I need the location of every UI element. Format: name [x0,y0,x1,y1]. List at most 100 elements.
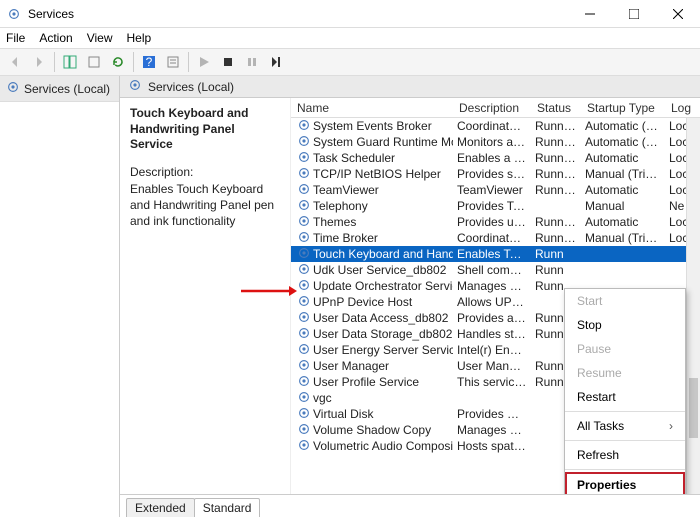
table-row[interactable]: Touch Keyboard and Handw...Enables Tou..… [291,246,700,262]
col-log-on-as[interactable]: Log [665,98,695,117]
menu-file[interactable]: File [6,31,25,45]
tab-extended[interactable]: Extended [126,498,195,517]
col-status[interactable]: Status [531,98,581,117]
tree-item-label: Services (Local) [24,82,110,96]
service-icon [297,262,311,279]
menu-action[interactable]: Action [39,31,72,45]
service-name-text: User Energy Server Service q... [313,343,453,357]
table-row[interactable]: Task SchedulerEnables a us...RunningAuto… [291,150,700,166]
service-icon [297,358,311,375]
detail-service-name: Touch Keyboard and Handwriting Panel Ser… [130,106,280,153]
service-name-text: User Data Access_db802 [313,311,448,325]
ctx-properties[interactable]: Properties [565,472,685,495]
menu-view[interactable]: View [87,31,113,45]
table-row[interactable]: TelephonyProvides Tel...ManualNe [291,198,700,214]
back-button[interactable] [4,51,26,73]
pause-service-button[interactable] [241,51,263,73]
ctx-stop[interactable]: Stop [565,313,685,337]
ctx-resume[interactable]: Resume [565,361,685,385]
cell-name: TeamViewer [293,182,453,199]
cell-description: Intel(r) Energ... [453,343,531,357]
ctx-pause[interactable]: Pause [565,337,685,361]
col-name[interactable]: Name [291,98,453,117]
toolbar-separator [133,52,134,72]
ctx-refresh[interactable]: Refresh [565,443,685,467]
context-menu: Start Stop Pause Resume Restart All Task… [564,288,686,495]
title-bar: Services [0,0,700,28]
cell-description: Provides ma... [453,407,531,421]
properties-button[interactable] [162,51,184,73]
cell-name: Virtual Disk [293,406,453,423]
cell-name: User Data Storage_db802 [293,326,453,343]
cell-name: Touch Keyboard and Handw... [293,246,453,263]
cell-description: Provides ap... [453,311,531,325]
cell-name: Time Broker [293,230,453,247]
service-name-text: vgc [313,391,332,405]
menu-help[interactable]: Help [127,31,152,45]
export-list-button[interactable] [83,51,105,73]
service-icon [297,134,311,151]
app-icon [6,6,22,22]
service-icon [297,246,311,263]
cell-status: Runn [531,247,581,261]
vertical-scrollbar[interactable] [686,118,700,494]
cell-description: User Manag... [453,359,531,373]
service-icon [297,182,311,199]
service-name-text: UPnP Device Host [313,295,412,309]
service-icon [297,166,311,183]
cell-startup-type: Automatic (De... [581,135,665,149]
col-description[interactable]: Description [453,98,531,117]
service-icon [297,326,311,343]
cell-description: Allows UPnP ... [453,295,531,309]
cell-status: Runn [531,263,581,277]
maximize-button[interactable] [612,0,656,28]
table-row[interactable]: TCP/IP NetBIOS HelperProvides sup...Runn… [291,166,700,182]
cell-status: Running [531,183,581,197]
refresh-button[interactable] [107,51,129,73]
tree-item-services-local[interactable]: Services (Local) [0,76,119,102]
body: Services (Local) Services (Local) Touch … [0,76,700,517]
service-name-text: User Data Storage_db802 [313,327,452,341]
minimize-button[interactable] [568,0,612,28]
cell-name: System Events Broker [293,118,453,135]
table-row[interactable]: Time BrokerCoordinates ...RunningManual … [291,230,700,246]
scrollbar-thumb[interactable] [689,378,698,438]
services-icon [6,80,20,97]
ctx-restart[interactable]: Restart [565,385,685,409]
cell-description: Hosts spatial... [453,439,531,453]
cell-startup-type: Manual (Trigg... [581,231,665,245]
table-row[interactable]: System Guard Runtime Mon...Monitors an..… [291,134,700,150]
cell-description: This service i... [453,375,531,389]
service-icon [297,390,311,407]
cell-startup-type: Manual (Trigg... [581,167,665,181]
table-row[interactable]: System Events BrokerCoordinates ...Runni… [291,118,700,134]
service-name-text: User Manager [313,359,389,373]
stop-service-button[interactable] [217,51,239,73]
services-icon [128,78,142,95]
ctx-all-tasks[interactable]: All Tasks [565,414,685,438]
col-startup-type[interactable]: Startup Type [581,98,665,117]
service-name-text: Task Scheduler [313,151,395,165]
cell-name: System Guard Runtime Mon... [293,134,453,151]
cell-name: Themes [293,214,453,231]
start-service-button[interactable] [193,51,215,73]
restart-service-button[interactable] [265,51,287,73]
svg-text:?: ? [146,55,153,69]
help-button[interactable]: ? [138,51,160,73]
show-hide-tree-button[interactable] [59,51,81,73]
cell-description: Coordinates ... [453,231,531,245]
cell-name: UPnP Device Host [293,294,453,311]
service-icon [297,422,311,439]
cell-name: User Energy Server Service q... [293,342,453,359]
service-name-text: Touch Keyboard and Handw... [313,247,453,261]
forward-button[interactable] [28,51,50,73]
table-row[interactable]: Udk User Service_db802Shell compo...Runn [291,262,700,278]
table-row[interactable]: ThemesProvides use...RunningAutomaticLoc [291,214,700,230]
table-row[interactable]: TeamViewerTeamViewerRunningAutomaticLoc [291,182,700,198]
service-name-text: Volumetric Audio Composit... [313,439,453,453]
annotation-arrow [241,284,297,298]
ctx-start[interactable]: Start [565,289,685,313]
cell-startup-type: Manual [581,199,665,213]
tab-standard[interactable]: Standard [194,498,261,517]
close-button[interactable] [656,0,700,28]
